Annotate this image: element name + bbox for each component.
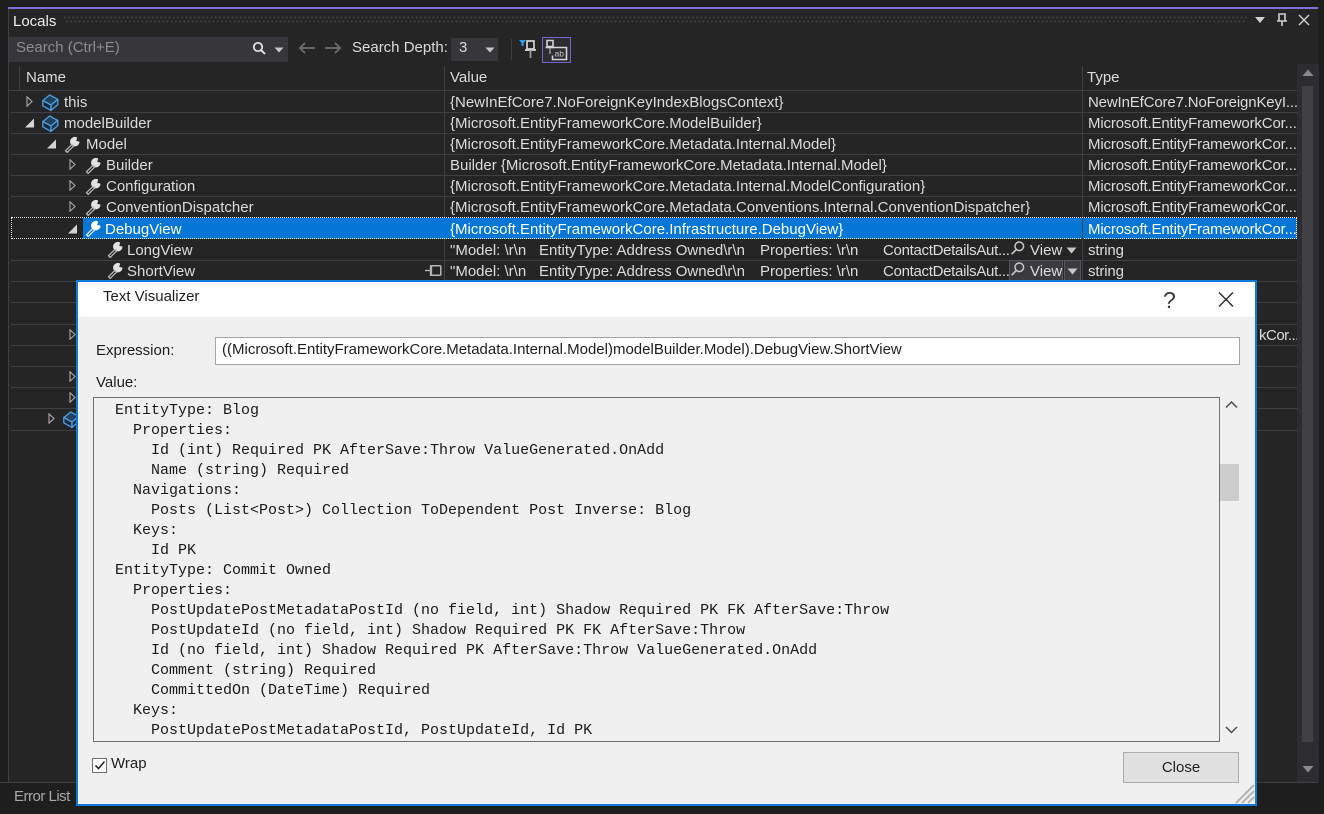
svg-text:ab: ab	[555, 49, 565, 59]
